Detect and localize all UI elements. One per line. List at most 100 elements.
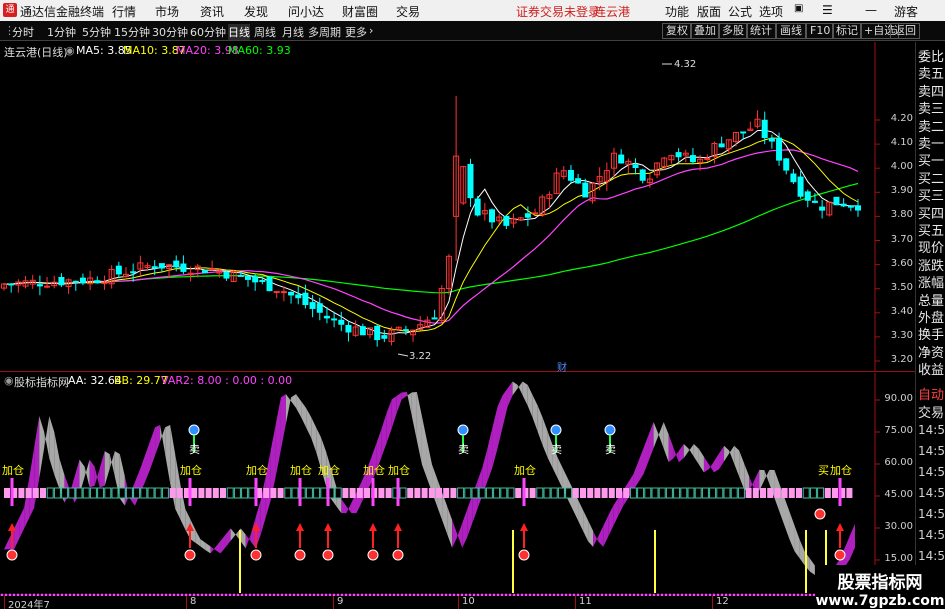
- period-more[interactable]: 更多: [345, 24, 367, 40]
- candle-body: [316, 303, 323, 313]
- quote-label: 买四: [918, 206, 945, 222]
- user-icon[interactable]: ▣: [794, 3, 803, 14]
- menu-xiaoda[interactable]: 问小达: [288, 3, 324, 20]
- period-monthly[interactable]: 月线: [282, 24, 304, 40]
- trade-time: 14:56: [918, 549, 945, 563]
- minimize-icon[interactable]: —: [865, 3, 877, 17]
- osc-fall-segment: [799, 539, 805, 566]
- period-timeline[interactable]: 分时: [12, 24, 34, 40]
- window-icon[interactable]: ☰: [822, 3, 833, 17]
- indicator-tick: 60.00: [884, 457, 913, 468]
- period-daily[interactable]: 日线: [228, 24, 250, 40]
- band-bar-green: [111, 487, 119, 499]
- period-30min[interactable]: 30分钟: [152, 24, 188, 40]
- candle-body: [503, 215, 510, 226]
- osc-rise-segment: [29, 447, 35, 519]
- ma60-line: [3, 182, 859, 294]
- menu-function[interactable]: 功能: [665, 3, 689, 20]
- btn-draw[interactable]: 画线: [776, 23, 806, 39]
- band-bar-green: [291, 487, 299, 499]
- candle-body: [323, 315, 330, 319]
- btn-multi-stock[interactable]: 多股: [718, 23, 748, 39]
- menu-quotes[interactable]: 行情: [112, 3, 136, 20]
- indicator-dropdown-icon[interactable]: ◉: [4, 374, 14, 387]
- osc-fall-segment: [653, 422, 659, 449]
- menu-news[interactable]: 资讯: [200, 3, 224, 20]
- btn-overlay[interactable]: 叠加: [690, 23, 720, 39]
- candle-body: [776, 137, 783, 161]
- band-bar-pink: [529, 488, 536, 498]
- period-60min[interactable]: 60分钟: [190, 24, 226, 40]
- band-bar-pink: [270, 488, 277, 498]
- band-bar-pink: [752, 488, 759, 498]
- band-bar-pink: [601, 488, 608, 498]
- period-15min[interactable]: 15分钟: [114, 24, 150, 40]
- dropdown-icon[interactable]: ◉: [65, 44, 75, 57]
- low-pointer: [397, 353, 409, 357]
- band-bar-green: [46, 487, 54, 499]
- kline-chart[interactable]: [0, 42, 915, 372]
- btn-mark[interactable]: 标记: [832, 23, 862, 39]
- period-toolbar: ⋮ 分时 1分钟 5分钟 15分钟 30分钟 60分钟 日线 周线 月线 多周期…: [0, 21, 945, 41]
- menu-wealth[interactable]: 财富圈: [342, 3, 378, 20]
- menu-discover[interactable]: 发现: [244, 3, 268, 20]
- btn-f10[interactable]: F10: [806, 23, 835, 39]
- osc-fall-segment: [784, 497, 790, 540]
- login-warning[interactable]: 证券交易未登录: [516, 3, 600, 20]
- menu-layout[interactable]: 版面: [697, 3, 721, 20]
- candle-body: [79, 277, 86, 284]
- sell-ball: [457, 424, 469, 436]
- osc-fall-segment: [739, 450, 745, 490]
- band-bar-pink: [378, 488, 385, 498]
- btn-stats[interactable]: 统计: [746, 23, 776, 39]
- menu-market[interactable]: 市场: [155, 3, 179, 20]
- date-tick: 8: [186, 596, 196, 609]
- band-bar-green: [226, 487, 234, 499]
- osc-rise-segment: [678, 444, 684, 463]
- guest-label[interactable]: 游客: [894, 3, 918, 20]
- period-weekly[interactable]: 周线: [254, 24, 276, 40]
- osc-fall-segment: [658, 422, 664, 449]
- osc-fall-segment: [406, 391, 412, 417]
- osc-rise-segment: [220, 534, 226, 554]
- buy-ball: [184, 549, 196, 561]
- period-multi[interactable]: 多周期: [308, 24, 341, 40]
- btn-back[interactable]: 返回: [890, 23, 920, 39]
- osc-fall-segment: [442, 492, 448, 534]
- period-1min[interactable]: 1分钟: [47, 24, 76, 40]
- quote-label: 现价: [918, 241, 945, 257]
- osc-rise-segment: [633, 461, 639, 490]
- buy-ball: [294, 549, 306, 561]
- candle-body: [567, 170, 574, 181]
- current-stock: 连云港: [594, 5, 631, 19]
- indicator-panel[interactable]: ◉ 股标指标网 AA: 32.64 BB: 29.77 VAR2: 8.00 :…: [0, 373, 915, 609]
- osc-rise-segment: [467, 495, 473, 537]
- btn-adjust[interactable]: 复权: [662, 23, 692, 39]
- chevron-right-icon[interactable]: ›: [369, 24, 373, 37]
- indicator-chart[interactable]: [0, 373, 915, 609]
- menu-options[interactable]: 选项: [759, 3, 783, 20]
- candle-body: [331, 318, 338, 321]
- osc-fall-segment: [104, 451, 110, 486]
- osc-fall-segment: [683, 444, 689, 458]
- band-bar-pink: [572, 488, 579, 498]
- osc-rise-segment: [150, 427, 156, 470]
- band-bar-green: [665, 487, 673, 499]
- band-bar-green: [701, 487, 709, 499]
- osc-rise-segment: [844, 535, 850, 567]
- osc-fall-segment: [744, 463, 750, 491]
- osc-fall-segment: [537, 405, 543, 446]
- price-tick: 3.60: [890, 257, 913, 269]
- menu-trade[interactable]: 交易: [396, 3, 420, 20]
- quote-label: 买三: [918, 189, 945, 205]
- trade-time: 14:56: [918, 507, 945, 521]
- osc-fall-segment: [230, 528, 236, 541]
- period-5min[interactable]: 5分钟: [82, 24, 111, 40]
- menu-formula[interactable]: 公式: [728, 3, 752, 20]
- band-bar-green: [694, 487, 702, 499]
- kline-chart-panel[interactable]: 连云港(日线) ◉ MA5: 3.85 MA10: 3.87 MA20: 3.9…: [0, 42, 915, 374]
- band-bar-green: [723, 487, 731, 499]
- band-bar-pink: [443, 488, 450, 498]
- finance-mark[interactable]: 财: [557, 359, 567, 374]
- candle-body: [582, 182, 589, 198]
